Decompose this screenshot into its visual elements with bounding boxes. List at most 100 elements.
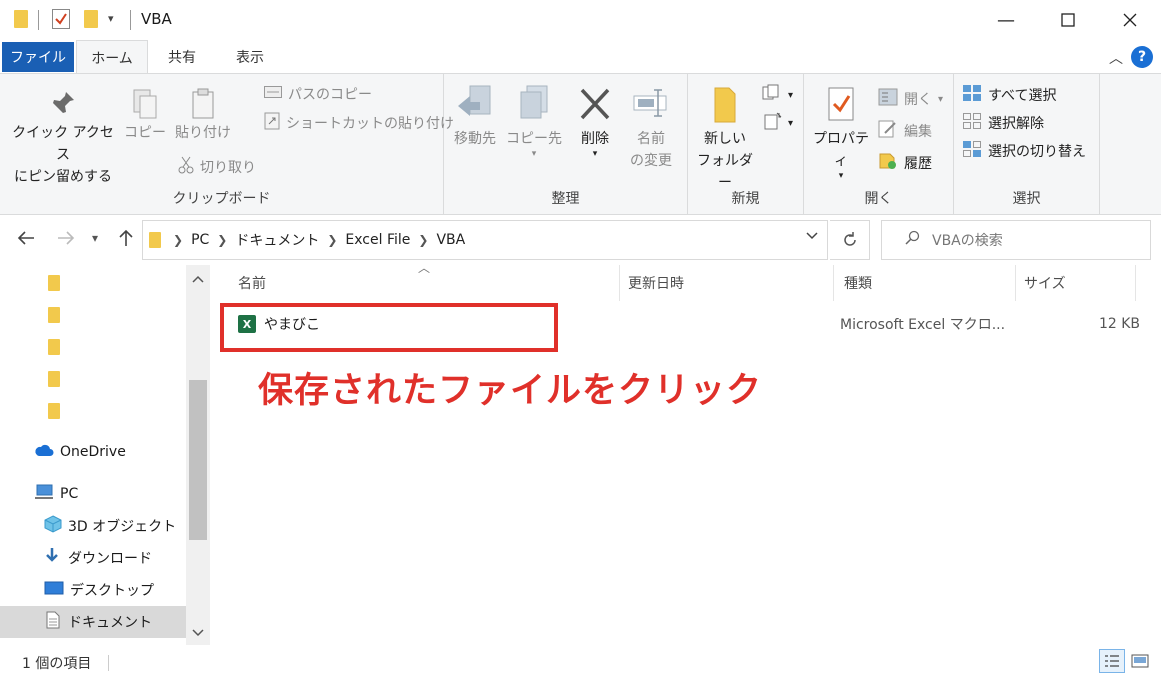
up-button[interactable] xyxy=(116,228,136,253)
recent-locations-dropdown-icon[interactable]: ▾ xyxy=(92,231,98,245)
rename-button[interactable]: 名前 の変更 xyxy=(624,84,678,172)
folder-icon[interactable] xyxy=(48,275,60,291)
history-label: 履歴 xyxy=(904,156,932,172)
tab-view[interactable]: 表示 xyxy=(218,40,282,74)
breadcrumb-excel-file[interactable]: Excel File xyxy=(345,232,410,248)
edit-button[interactable]: 編集 xyxy=(878,120,932,142)
column-header-name[interactable]: 名前 xyxy=(230,265,620,301)
folder-icon[interactable] xyxy=(48,339,60,355)
folder-icon[interactable] xyxy=(48,307,60,323)
nav-item-desktop[interactable]: デスクトップ xyxy=(0,574,186,606)
properties-icon xyxy=(808,84,874,128)
paste-shortcut-button[interactable]: ショートカットの貼り付け xyxy=(264,112,454,134)
history-button[interactable]: 履歴 xyxy=(878,152,932,174)
nav-item-label: ダウンロード xyxy=(68,551,152,567)
move-to-button[interactable]: 移動先 xyxy=(450,84,500,150)
properties-icon[interactable] xyxy=(52,9,70,29)
copy-path-button[interactable]: パスのコピー xyxy=(264,84,372,104)
status-bar: 1 個の項目 xyxy=(0,645,1161,677)
tab-home[interactable]: ホーム xyxy=(76,40,148,74)
maximize-button[interactable] xyxy=(1039,0,1097,40)
copy-to-button[interactable]: コピー先 ▾ xyxy=(506,84,562,159)
column-header-type[interactable]: 種類 xyxy=(836,265,1016,301)
nav-item-pc[interactable]: PC xyxy=(0,478,186,510)
nav-item-label: デスクトップ xyxy=(70,583,154,599)
new-item-button[interactable]: ▾ xyxy=(762,84,793,106)
easy-access-dropdown-icon: ▾ xyxy=(788,117,794,129)
folder-icon[interactable] xyxy=(48,371,60,387)
nav-item-onedrive[interactable]: OneDrive xyxy=(0,436,186,468)
column-header-modified[interactable]: 更新日時 xyxy=(620,265,834,301)
delete-icon xyxy=(570,84,620,128)
customize-qa-dropdown-icon[interactable]: ▾ xyxy=(108,12,114,25)
breadcrumb-pc[interactable]: PC xyxy=(191,232,209,248)
nav-item-documents[interactable]: ドキュメント xyxy=(0,606,186,638)
select-none-button[interactable]: 選択解除 xyxy=(962,112,1044,134)
folder-icon[interactable] xyxy=(48,403,60,419)
nav-scrollbar[interactable] xyxy=(186,265,210,645)
select-all-button[interactable]: すべて選択 xyxy=(962,84,1056,106)
properties-button[interactable]: プロパティ ▾ xyxy=(808,84,874,181)
copy-to-icon xyxy=(506,84,562,128)
column-header-size[interactable]: サイズ xyxy=(1016,265,1136,301)
easy-access-button[interactable]: ▾ xyxy=(762,112,793,134)
tab-share[interactable]: 共有 xyxy=(150,40,214,74)
ribbon: クイック アクセス にピン留めする コピー 貼り付け パスのコピー ショートカッ… xyxy=(0,73,1161,215)
copy-path-label: パスのコピー xyxy=(288,87,372,103)
scroll-down-icon[interactable] xyxy=(186,621,210,645)
large-icons-view-button[interactable] xyxy=(1127,649,1153,673)
delete-button[interactable]: 削除 ▾ xyxy=(570,84,620,159)
details-view-button[interactable] xyxy=(1099,649,1125,673)
nav-item-downloads[interactable]: ダウンロード xyxy=(0,542,186,574)
search-box[interactable]: VBAの検索 xyxy=(881,220,1151,260)
breadcrumb-separator: ❯ xyxy=(217,233,228,247)
minimize-button[interactable]: — xyxy=(977,0,1035,40)
cut-button[interactable]: 切り取り xyxy=(178,156,256,178)
address-dropdown-icon[interactable] xyxy=(805,229,819,245)
breadcrumb-separator: ❯ xyxy=(418,233,429,247)
help-icon[interactable]: ? xyxy=(1131,46,1153,68)
cut-label: 切り取り xyxy=(200,160,256,176)
new-folder-icon[interactable] xyxy=(84,10,98,28)
new-folder-button[interactable]: 新しい フォルダー xyxy=(692,84,758,194)
nav-item-label: 3D オブジェクト xyxy=(68,519,177,535)
instruction-annotation: 保存されたファイルをクリック xyxy=(258,371,763,411)
copy-button[interactable]: コピー xyxy=(120,88,170,144)
paste-shortcut-label: ショートカットの貼り付け xyxy=(286,116,454,132)
tab-file[interactable]: ファイル xyxy=(2,42,74,72)
scissors-icon xyxy=(178,156,194,178)
group-open: プロパティ ▾ 開く ▾ 編集 履歴 開く xyxy=(804,74,954,214)
paste-shortcut-icon xyxy=(264,112,280,134)
forward-button[interactable] xyxy=(56,228,76,253)
pin-quick-access-button[interactable]: クイック アクセス にピン留めする xyxy=(8,88,118,188)
copy-to-dropdown-icon: ▾ xyxy=(531,149,537,159)
breadcrumb-documents[interactable]: ドキュメント xyxy=(235,230,319,250)
close-button[interactable] xyxy=(1101,0,1159,40)
window-title: VBA xyxy=(141,10,172,28)
open-label: 開く xyxy=(904,92,932,108)
open-icon xyxy=(878,88,898,110)
nav-item-label: OneDrive xyxy=(60,444,126,460)
paste-label: 貼り付け xyxy=(175,125,231,141)
navigation-pane: OneDrive PC 3D オブジェクト ダウンロード デスクトップ ドキュメ… xyxy=(0,265,210,645)
scroll-up-icon[interactable] xyxy=(186,267,210,291)
nav-item-3d-objects[interactable]: 3D オブジェクト xyxy=(0,510,186,542)
collapse-ribbon-icon[interactable]: ︿ xyxy=(1109,48,1123,68)
history-icon xyxy=(878,152,898,174)
copy-label: コピー xyxy=(124,125,166,141)
group-select: すべて選択 選択解除 選択の切り替え 選択 xyxy=(954,74,1100,214)
back-button[interactable] xyxy=(16,228,36,253)
open-button[interactable]: 開く ▾ xyxy=(878,88,943,110)
delete-label: 削除 xyxy=(581,131,609,147)
details-view-icon xyxy=(1105,655,1119,667)
group-label-organize: 整理 xyxy=(551,191,580,207)
breadcrumb-separator: ❯ xyxy=(327,233,338,247)
scroll-thumb[interactable] xyxy=(189,380,207,540)
paste-button[interactable]: 貼り付け xyxy=(172,88,234,144)
group-label-select: 選択 xyxy=(1012,191,1041,207)
address-bar[interactable]: ❯ PC ❯ ドキュメント ❯ Excel File ❯ VBA xyxy=(142,220,828,260)
invert-selection-button[interactable]: 選択の切り替え xyxy=(962,140,1086,162)
refresh-icon xyxy=(843,232,856,246)
refresh-button[interactable] xyxy=(830,220,870,260)
breadcrumb-vba[interactable]: VBA xyxy=(436,232,465,248)
